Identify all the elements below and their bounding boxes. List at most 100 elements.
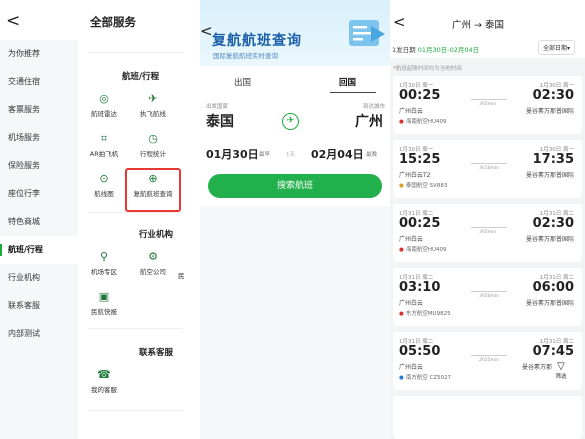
return-date[interactable]: 02月04日: [311, 146, 364, 162]
date-span: 1天: [286, 152, 295, 158]
back-icon[interactable]: <: [6, 11, 20, 31]
arrive-time: 17:35: [532, 152, 574, 167]
divider: [88, 328, 183, 329]
flight-card-partial[interactable]: [393, 396, 582, 439]
airline-icon: ⚙: [148, 250, 158, 263]
location-icon: ⊙: [99, 172, 109, 185]
depart-time: 05:50: [399, 344, 441, 359]
flight-card[interactable]: 1月30日 周一 1月30日 周一 00:25 02:30 3h5min 广州白…: [393, 76, 582, 134]
airline: ● 南方航空 CZ5027: [399, 373, 451, 381]
flight-card[interactable]: 1月30日 周一 1月30日 周一 15:25 17:35 3h10min 广州…: [393, 140, 582, 198]
flight-line: [471, 99, 507, 100]
sidebar-item[interactable]: 内部测试: [0, 320, 78, 348]
arrive-airport: 曼谷素万那普国际: [525, 172, 574, 179]
service-news[interactable]: ▣ 民航快报: [81, 290, 127, 316]
time-note: *航班起降时间均为当地时间: [393, 66, 462, 72]
radar-icon: ◎: [99, 92, 109, 105]
from-label: 出发国家: [206, 104, 229, 110]
search-panel: < 复航航班查询 国际复航航班实时查询 出国 回国 出发国家 到达城市 泰国 广…: [200, 0, 390, 439]
from-city[interactable]: 泰国: [206, 111, 234, 131]
service-flight-radar[interactable]: ◎ 航班雷达: [81, 92, 127, 118]
sidebar-item[interactable]: 机场服务: [0, 124, 78, 152]
results-header: < 广州 → 泰国 1发日期 01月30日-02月04日 全部日期▾: [390, 0, 585, 58]
back-icon[interactable]: <: [393, 13, 406, 31]
tab-outbound[interactable]: 出国: [234, 76, 251, 88]
airline: ● 海南航空HU409: [399, 117, 446, 125]
duration: 2h55min: [479, 358, 499, 363]
tab-indicator: [330, 92, 376, 93]
airline-logo-icon: ●: [399, 375, 404, 381]
depart-airport: 广州白云: [399, 364, 424, 371]
tab-return[interactable]: 回国: [339, 76, 356, 88]
depart-time: 00:25: [399, 216, 441, 231]
sidebar-item[interactable]: 客票服务: [0, 96, 78, 124]
duration: 3h5min: [479, 102, 497, 107]
arrive-time: 02:30: [532, 216, 574, 231]
clock-icon: ◷: [148, 132, 158, 145]
sidebar-item-flight[interactable]: 航班/行程: [0, 236, 78, 264]
sidebar-item[interactable]: 联系客服: [0, 292, 78, 320]
depart-airport: 广州白云: [399, 300, 424, 307]
airline-name: 东方航空MU9825: [405, 311, 451, 317]
airline-name: 海南航空HU409: [405, 119, 447, 125]
sidebar-item[interactable]: 交通住宿: [0, 68, 78, 96]
arrive-airport: 曼谷素万那普国际: [525, 300, 574, 307]
sidebar-item[interactable]: 特色商城: [0, 208, 78, 236]
hero-banner: < 复航航班查询 国际复航航班实时查询: [200, 0, 390, 66]
depart-time: 03:10: [399, 280, 441, 295]
flight-card[interactable]: 1月31日 周二 1月31日 周二 00:25 02:30 3h5min 广州白…: [393, 204, 582, 262]
sidebar-item[interactable]: 保险服务: [0, 152, 78, 180]
airport-icon: ⚲: [99, 250, 109, 263]
service-route-map[interactable]: ⊙ 航线图: [81, 172, 127, 198]
duration: 3h10min: [479, 166, 499, 171]
service-routes[interactable]: ✈ 执飞航线: [130, 92, 176, 118]
airline-name: 南方航空 CZ5027: [405, 375, 452, 381]
return-date-tag: 最晚: [366, 152, 378, 158]
filter-label: 筛选: [555, 374, 567, 380]
service-ar-photo[interactable]: ⌗ AR拍飞机: [81, 132, 127, 158]
sidebar-item[interactable]: 座位行李: [0, 180, 78, 208]
service-my-support[interactable]: ☎ 我的客服: [81, 368, 127, 394]
service-airlines[interactable]: ⚙ 航空公司: [130, 250, 176, 276]
route-title: 广州 → 泰国: [452, 20, 504, 31]
filter-icon: ▽: [557, 361, 565, 372]
flight-board-icon: [349, 20, 385, 46]
arrive-time: 02:30: [532, 88, 574, 103]
section-title-flight: 航班/行程: [122, 72, 160, 82]
back-icon[interactable]: <: [200, 22, 213, 40]
divider: [88, 410, 183, 411]
sidebar-item[interactable]: 行业机构: [0, 264, 78, 292]
date-range-value: 01月30日-02月04日: [417, 46, 480, 54]
flight-card[interactable]: 1月31日 周二 1月31日 周二 03:10 06:00 3h50min 广州…: [393, 268, 582, 326]
page-title: 全部服务: [90, 15, 136, 29]
airline-logo-icon: ●: [399, 247, 404, 253]
depart-time: 00:25: [399, 88, 441, 103]
arrive-time: 06:00: [532, 280, 574, 295]
sidebar-item[interactable]: 为你推荐: [0, 40, 78, 68]
service-trip-stats[interactable]: ◷ 行程统计: [130, 132, 176, 158]
headset-icon: ☎: [97, 368, 111, 381]
all-dates-dropdown[interactable]: 全部日期▾: [538, 40, 576, 55]
airline-name: 海南航空HU409: [405, 247, 447, 253]
swap-icon[interactable]: ✈: [282, 113, 299, 130]
flight-line: [471, 355, 507, 356]
to-city[interactable]: 广州: [355, 111, 383, 131]
filter-button[interactable]: ▽ 筛选: [550, 361, 572, 380]
depart-airport: 广州白云: [399, 236, 424, 243]
depart-date[interactable]: 01月30日: [206, 146, 259, 162]
highlight-box: [125, 168, 181, 212]
depart-airport: 广州白云T2: [399, 172, 431, 179]
date-range: 1发日期 01月30日-02月04日: [392, 44, 479, 54]
book-icon: ▣: [98, 290, 110, 303]
airline-name: 泰国航空 SV883: [405, 183, 448, 189]
flight-line: [471, 163, 507, 164]
arrive-time: 07:45: [532, 344, 574, 359]
depart-airport: 广州白云: [399, 108, 424, 115]
arrive-airport: 曼谷素万那: [521, 364, 552, 371]
search-flights-button[interactable]: 搜索航班: [208, 174, 382, 198]
services-panel: < 全部服务 为你推荐 交通住宿 客票服务 机场服务 保险服务 座位行李 特色商…: [0, 0, 193, 439]
arrive-airport: 曼谷素万那普国际: [525, 236, 574, 243]
flight-line: [471, 291, 507, 292]
service-airport-zone[interactable]: ⚲ 机场专区: [81, 250, 127, 276]
to-label: 到达城市: [363, 104, 386, 110]
